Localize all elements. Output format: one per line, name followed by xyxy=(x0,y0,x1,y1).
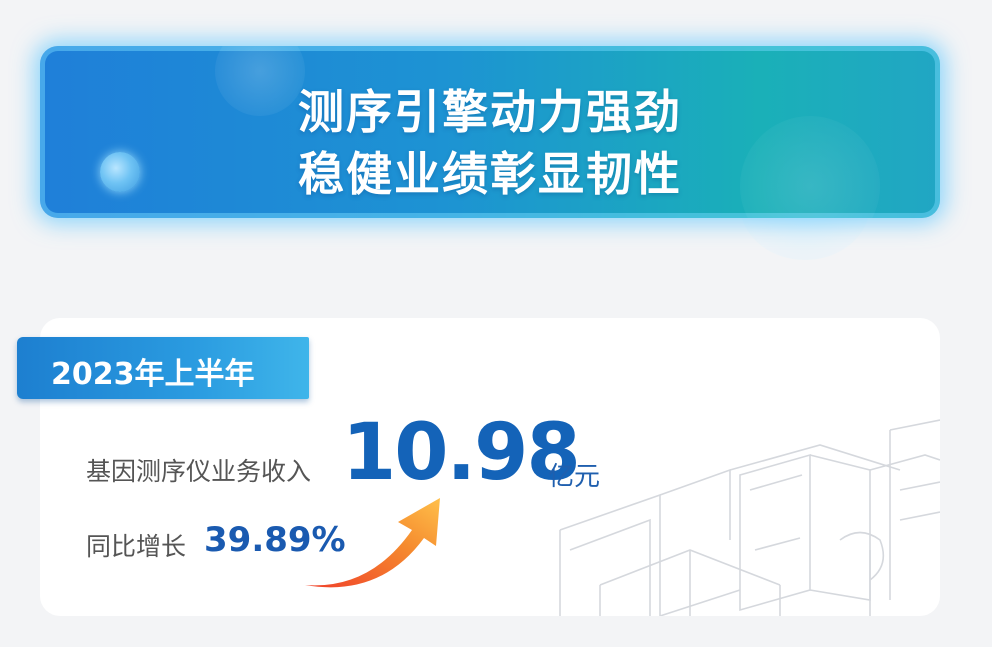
growth-arrow-icon xyxy=(305,498,440,588)
period-label: 2023年上半年 xyxy=(51,357,255,392)
headline-banner: 测序引擎动力强劲 稳健业绩彰显韧性 xyxy=(40,46,940,218)
revenue-value: 10.98 xyxy=(342,408,581,498)
revenue-label: 基因测序仪业务收入 xyxy=(86,457,312,486)
period-tab: 2023年上半年 xyxy=(17,337,309,399)
headline-line-1: 测序引擎动力强劲 xyxy=(298,85,682,139)
revenue-unit: 亿元 xyxy=(548,462,601,492)
headline-line-2: 稳健业绩彰显韧性 xyxy=(298,147,682,201)
lab-equipment-illustration xyxy=(559,419,940,616)
yoy-label: 同比增长 xyxy=(86,532,187,561)
